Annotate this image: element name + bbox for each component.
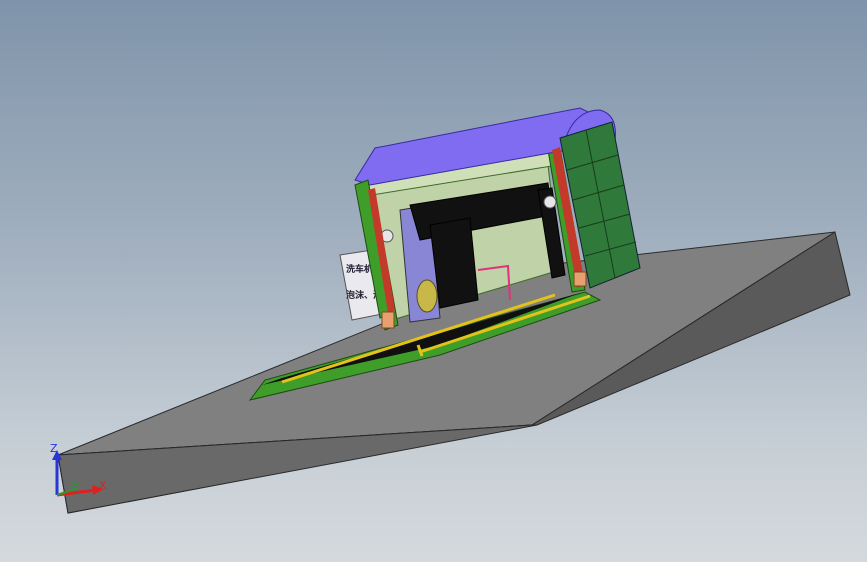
front-col-foot: [381, 311, 395, 329]
sign-line1: 洗车机: [346, 263, 373, 275]
x-axis-label: X: [99, 479, 107, 492]
y-axis-label: Y: [71, 480, 79, 493]
brush-roller-end: [416, 279, 438, 313]
sensor-ball-right: [543, 195, 557, 209]
z-axis-label: Z: [50, 442, 58, 455]
car-wash-model-scene[interactable]: 洗车机 泡沫、清洗 Z X Y: [0, 0, 867, 562]
cad-viewport[interactable]: 洗车机 泡沫、清洗 Z X Y: [0, 0, 867, 562]
right-col-foot: [573, 271, 587, 287]
